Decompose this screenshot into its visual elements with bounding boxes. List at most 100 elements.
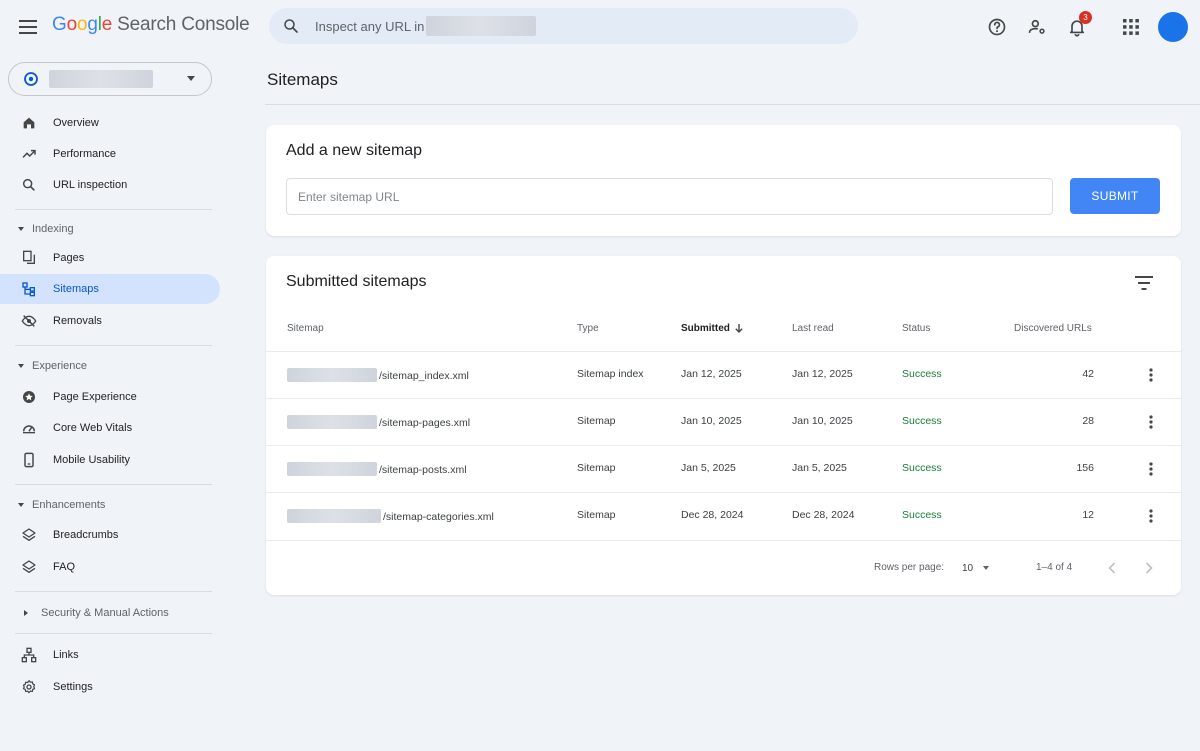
sidebar-item-performance[interactable]: Performance [0,139,220,169]
property-globe-icon [23,71,39,87]
sitemap-url-cell: /sitemap_index.xml [287,368,469,382]
hamburger-menu-icon [19,20,37,34]
table-row[interactable]: /sitemap-categories.xml Sitemap Dec 28, … [266,492,1181,539]
submitted-date-cell: Jan 12, 2025 [681,368,742,380]
more-vert-icon [1149,509,1153,523]
redacted-domain [287,415,377,429]
sidebar-item-faq[interactable]: FAQ [0,552,220,582]
sidebar-item-mobile-usability[interactable]: Mobile Usability [0,445,220,475]
next-page-button[interactable] [1139,558,1159,578]
layers-icon [20,558,38,576]
search-icon [282,17,300,35]
status-cell: Success [902,415,942,427]
sidebar-divider [15,633,212,634]
row-more-button[interactable] [1141,506,1161,526]
redacted-domain [287,462,377,476]
section-enhancements-toggle[interactable]: Enhancements [0,495,220,515]
more-vert-icon [1149,462,1153,476]
visibility-off-icon [20,312,38,330]
type-cell: Sitemap [577,462,616,474]
filter-list-icon [1135,276,1153,290]
sidebar-item-removals[interactable]: Removals [0,306,220,336]
main-menu-button[interactable] [14,13,42,41]
sitemap-icon [20,280,38,298]
filter-button[interactable] [1132,271,1156,295]
submit-sitemap-button[interactable]: SUBMIT [1070,178,1160,214]
collapse-arrow-icon [18,364,24,368]
row-more-button[interactable] [1141,459,1161,479]
search-placeholder: Inspect any URL in [315,18,425,34]
section-security-toggle[interactable]: Security & Manual Actions [0,603,220,623]
top-app-bar: Google Search Console Inspect any URL in … [0,0,1200,54]
section-indexing-toggle[interactable]: Indexing [0,219,220,239]
home-icon [20,114,38,132]
arrow-down-icon [734,323,744,336]
last-read-cell: Jan 5, 2025 [792,462,847,474]
column-header-sitemap[interactable]: Sitemap [287,323,324,334]
rows-per-page-select[interactable]: 10 [962,557,996,579]
status-cell: Success [902,368,942,380]
smartphone-icon [20,451,38,469]
links-icon [20,646,38,664]
sidebar-item-pages[interactable]: Pages [0,243,220,273]
star-badge-icon [20,388,38,406]
redacted-domain [287,509,381,523]
column-header-submitted[interactable]: Submitted [681,323,744,336]
submitted-sitemaps-card: Submitted sitemaps Sitemap Type Submitte… [266,256,1181,595]
property-selector[interactable] [8,62,212,96]
pagination-range: 1–4 of 4 [1036,562,1073,573]
previous-page-button[interactable] [1102,558,1122,578]
sidebar-divider [15,345,212,346]
layers-icon [20,526,38,544]
speed-icon [20,419,38,437]
sidebar-item-overview[interactable]: Overview [0,108,220,138]
table-footer-divider [266,540,1181,541]
table-row[interactable]: /sitemap-pages.xml Sitemap Jan 10, 2025 … [266,398,1181,445]
url-inspection-search[interactable]: Inspect any URL in [269,8,858,44]
status-cell: Success [902,509,942,521]
notifications-button[interactable]: 3 [1065,11,1092,39]
last-read-cell: Dec 28, 2024 [792,509,855,521]
column-header-last-read[interactable]: Last read [792,323,834,334]
sitemap-url-cell: /sitemap-pages.xml [287,415,470,429]
sidebar-item-breadcrumbs[interactable]: Breadcrumbs [0,520,220,550]
discovered-urls-cell: 12 [1082,509,1094,521]
section-experience-toggle[interactable]: Experience [0,356,220,376]
column-header-discovered-urls[interactable]: Discovered URLs [1014,323,1092,334]
chevron-down-icon [983,566,990,570]
sidebar-item-sitemaps[interactable]: Sitemaps [0,274,220,304]
table-row[interactable]: /sitemap_index.xml Sitemap index Jan 12,… [266,351,1181,398]
sidebar-item-links[interactable]: Links [0,640,220,670]
sidebar-item-core-web-vitals[interactable]: Core Web Vitals [0,413,220,443]
google-apps-button[interactable] [1119,15,1143,39]
sidebar-item-settings[interactable]: Settings [0,672,220,702]
submitted-sitemaps-title: Submitted sitemaps [286,273,427,290]
help-button[interactable] [985,15,1009,39]
google-search-console-logo[interactable]: Google Search Console [52,14,250,36]
sidebar-divider [15,484,212,485]
column-header-type[interactable]: Type [577,323,599,334]
more-vert-icon [1149,415,1153,429]
discovered-urls-cell: 42 [1082,368,1094,380]
title-divider [265,104,1200,105]
type-cell: Sitemap index [577,368,644,380]
manage-users-button[interactable] [1025,15,1049,39]
sidebar-item-page-experience[interactable]: Page Experience [0,382,220,412]
last-read-cell: Jan 10, 2025 [792,415,853,427]
row-more-button[interactable] [1141,412,1161,432]
chevron-left-icon [1108,562,1116,574]
expand-arrow-icon [24,610,28,616]
column-header-status[interactable]: Status [902,323,930,334]
account-avatar[interactable] [1158,12,1188,42]
last-read-cell: Jan 12, 2025 [792,368,853,380]
row-more-button[interactable] [1141,365,1161,385]
table-row[interactable]: /sitemap-posts.xml Sitemap Jan 5, 2025 J… [266,445,1181,492]
discovered-urls-cell: 156 [1076,462,1094,474]
sidebar-item-url-inspection[interactable]: URL inspection [0,170,220,200]
chevron-down-icon [187,76,195,81]
submitted-date-cell: Dec 28, 2024 [681,509,744,521]
status-cell: Success [902,462,942,474]
sidebar-divider [15,591,212,592]
discovered-urls-cell: 28 [1082,415,1094,427]
sitemap-url-input[interactable] [286,178,1053,215]
